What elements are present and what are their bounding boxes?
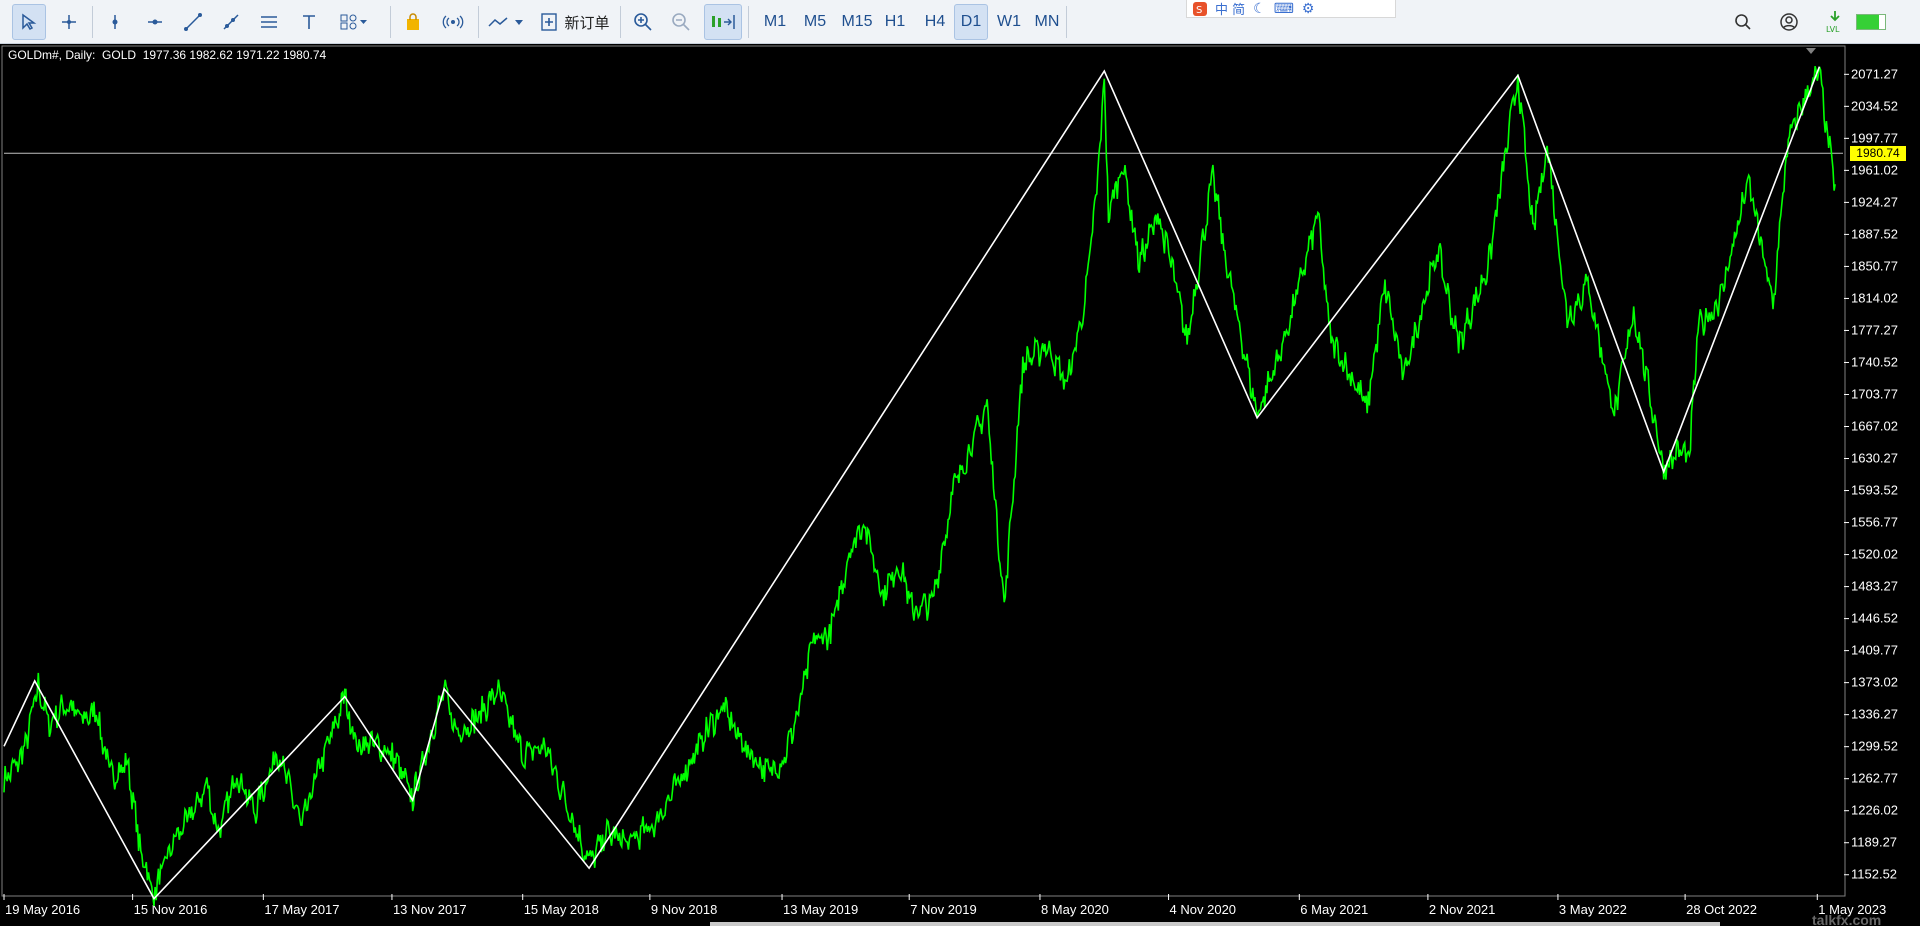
settings-gear-icon: ⚙ [1301, 0, 1315, 16]
svg-text:LVL: LVL [1826, 25, 1840, 34]
y-tick-label: 1667.02 [1851, 419, 1898, 434]
vertical-line-icon[interactable] [98, 4, 132, 40]
y-tick-label: 1446.52 [1851, 611, 1898, 626]
ime-toolbar[interactable]: S 中 简 ☾ ⌨ ⚙ [1186, 0, 1396, 18]
y-tick-label: 1520.02 [1851, 547, 1898, 562]
toolbar-separator [748, 6, 749, 38]
y-tick-label: 1703.77 [1851, 386, 1898, 401]
zigzag-indicator-line [3, 66, 1821, 901]
text-icon[interactable] [292, 4, 326, 40]
current-price-tag: 1980.74 [1850, 146, 1906, 162]
x-tick-label: 15 Nov 2016 [134, 902, 208, 917]
signals-broadcast-icon[interactable] [436, 4, 470, 40]
x-tick-label: 2 Nov 2021 [1429, 902, 1496, 917]
x-tick-label: 9 Nov 2018 [651, 902, 718, 917]
y-tick-label: 1997.77 [1851, 130, 1898, 145]
toolbar-separator [620, 6, 621, 38]
chart-canvas[interactable]: 2071.27 2034.52 1997.77 1961.02 1924.27 1887.… [0, 44, 1920, 926]
account-icon[interactable] [1772, 4, 1806, 40]
y-tick-label: 1887.52 [1851, 226, 1898, 241]
toolbar-separator [390, 6, 391, 38]
timeframe-h4[interactable]: H4 [918, 4, 952, 40]
x-tick-label: 19 May 2016 [5, 902, 80, 917]
y-tick-label: 1850.77 [1851, 258, 1898, 273]
y-tick-label: 2071.27 [1851, 66, 1898, 81]
x-tick-label: 28 Oct 2022 [1686, 902, 1757, 917]
level-signal-icon[interactable]: LVL [1818, 4, 1852, 40]
x-tick-label: 13 May 2019 [783, 902, 858, 917]
search-icon[interactable] [1726, 4, 1760, 40]
horizontal-scrollbar[interactable] [710, 922, 1720, 926]
ray-icon[interactable] [214, 4, 248, 40]
new-order-label: 新订单 [564, 14, 610, 32]
moon-icon: ☾ [1253, 0, 1266, 16]
y-tick-label: 1299.52 [1851, 739, 1898, 754]
timeframe-w1[interactable]: W1 [992, 4, 1026, 40]
y-tick-label: 1189.27 [1851, 835, 1897, 850]
toolbar: 新订单 M1 M5 M15 H1 H4 D1 W1 MN S 中 简 ☾ ⌨ ⚙ LVL [0, 0, 1920, 44]
x-tick-label: 8 May 2020 [1041, 902, 1109, 917]
market-shopping-bag-icon[interactable] [396, 4, 430, 40]
channel-icon[interactable] [252, 4, 286, 40]
x-tick-label: 13 Nov 2017 [393, 902, 467, 917]
zoom-in-icon[interactable] [626, 4, 660, 40]
y-tick-label: 1593.52 [1851, 483, 1898, 498]
toolbar-separator [1066, 6, 1067, 38]
y-tick-label: 1961.02 [1851, 162, 1898, 177]
y-tick-label: 1409.77 [1851, 643, 1898, 658]
zoom-out-icon[interactable] [664, 4, 698, 40]
ime-mode-label: 中 简 [1215, 3, 1246, 18]
svg-text:S: S [1196, 5, 1202, 16]
timeframe-mn[interactable]: MN [1030, 4, 1064, 40]
timeframe-m15[interactable]: M15 [838, 4, 876, 40]
connection-status-bar [1856, 14, 1886, 30]
x-tick-label: 7 Nov 2019 [910, 902, 977, 917]
timeframe-h1[interactable]: H1 [878, 4, 912, 40]
indicators-dropdown-icon[interactable] [484, 4, 530, 40]
chart-shift-marker [1806, 48, 1816, 54]
toolbar-separator [92, 6, 93, 38]
y-tick-label: 1226.02 [1851, 803, 1898, 818]
new-order-icon [541, 13, 558, 31]
y-tick-label: 1483.27 [1851, 579, 1898, 594]
cursor-tool-icon[interactable] [12, 4, 46, 40]
x-tick-label: 17 May 2017 [264, 902, 339, 917]
y-tick-label: 1814.02 [1851, 290, 1898, 305]
x-tick-label: 4 Nov 2020 [1170, 902, 1237, 917]
x-tick-label: 15 May 2018 [524, 902, 599, 917]
horizontal-line-icon[interactable] [138, 4, 172, 40]
x-tick-label: 6 May 2021 [1300, 902, 1368, 917]
timeframe-d1[interactable]: D1 [954, 4, 988, 40]
y-tick-label: 1924.27 [1851, 194, 1898, 209]
timeframe-m5[interactable]: M5 [798, 4, 832, 40]
price-chart[interactable]: 2071.27 2034.52 1997.77 1961.02 1924.27 1887.… [0, 44, 1920, 928]
chart-shift-icon[interactable] [704, 4, 742, 40]
keyboard-icon: ⌨ [1273, 0, 1294, 16]
trend-line-icon[interactable] [176, 4, 210, 40]
symbol-info-line: GOLDm#, Daily: GOLD 1977.36 1982.62 1971… [8, 48, 327, 62]
new-order-button[interactable]: 新订单 [536, 4, 614, 40]
timeframe-m1[interactable]: M1 [758, 4, 792, 40]
y-tick-label: 1777.27 [1851, 322, 1898, 337]
y-tick-label: 1630.27 [1851, 451, 1898, 466]
y-tick-label: 1740.52 [1851, 354, 1898, 369]
y-tick-label: 1152.52 [1851, 867, 1897, 882]
toolbar-separator [478, 6, 479, 38]
crosshair-icon[interactable] [52, 4, 86, 40]
y-tick-label: 1373.02 [1851, 675, 1898, 690]
y-tick-label: 1262.77 [1851, 771, 1898, 786]
shapes-icon[interactable] [332, 4, 376, 40]
y-tick-label: 2034.52 [1851, 98, 1898, 113]
ime-logo-icon: S [1193, 1, 1207, 16]
y-tick-label: 1556.77 [1851, 515, 1898, 530]
y-tick-label: 1336.27 [1851, 707, 1898, 722]
x-tick-label: 3 May 2022 [1559, 902, 1627, 917]
